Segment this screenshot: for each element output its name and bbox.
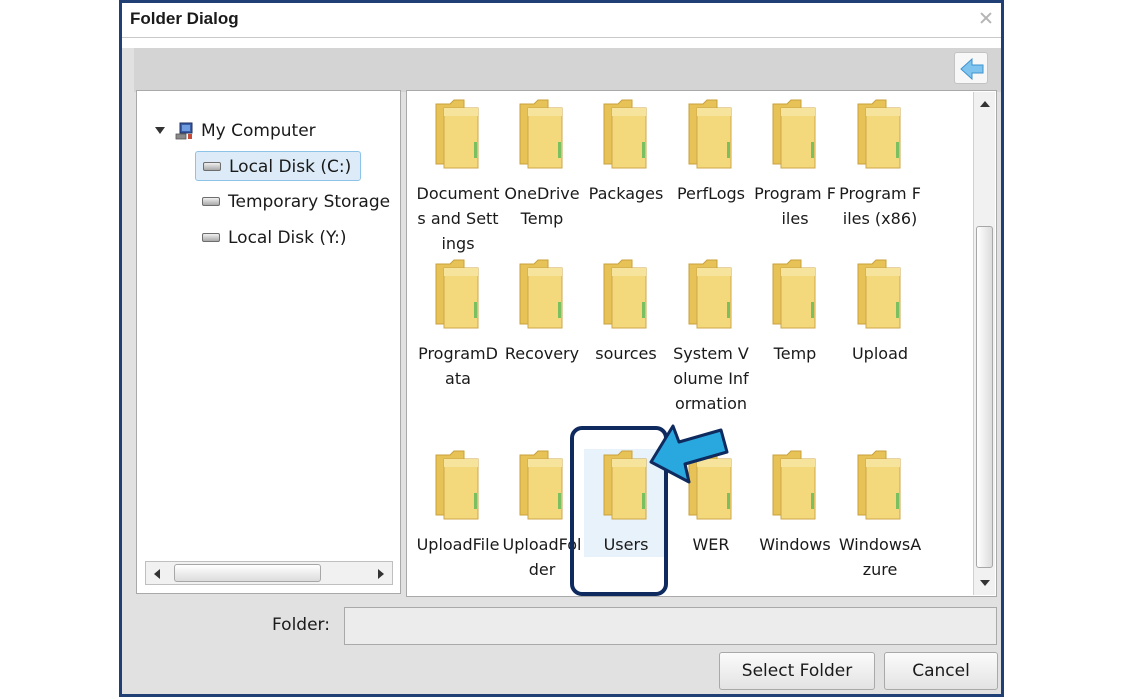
folder-dialog: Folder Dialog My Computer Local Disk (C:… (119, 0, 1004, 697)
folder-item[interactable]: Upload (838, 258, 922, 366)
folder-icon (603, 99, 647, 169)
scroll-thumb[interactable] (174, 564, 321, 582)
folder-item[interactable]: Program Files (x86) (838, 98, 922, 231)
drive-icon (202, 233, 220, 242)
folder-icon (772, 99, 816, 169)
folder-item-label: PerfLogs (676, 184, 746, 203)
folder-item-label: System Volume Information (673, 344, 749, 413)
folder-icon (435, 259, 479, 329)
tree-item-label: My Computer (201, 121, 316, 141)
dialog-title: Folder Dialog (130, 9, 239, 28)
folder-item-label: Windows (759, 535, 831, 554)
folder-item-label: WER (692, 535, 730, 554)
scroll-thumb[interactable] (976, 226, 993, 568)
folder-item-label: Program Files (754, 184, 836, 228)
folder-icon (519, 259, 563, 329)
folder-item-label: Recovery (504, 344, 580, 363)
back-button[interactable] (954, 52, 988, 84)
folder-item-label: UploadFile (416, 535, 500, 554)
tree-item-label: Local Disk (C:) (229, 157, 352, 177)
folder-field-label: Folder: (272, 615, 330, 635)
folder-item-label: Program Files (x86) (839, 184, 921, 228)
folder-icon (603, 259, 647, 329)
back-arrow-icon (960, 57, 984, 81)
computer-icon (175, 122, 193, 140)
tree-item-label: Temporary Storage (228, 192, 391, 212)
pointer-arrow (649, 424, 729, 484)
folder-item[interactable]: OneDriveTemp (500, 98, 584, 231)
folder-item[interactable]: Program Files (753, 98, 837, 231)
select-folder-button[interactable]: Select Folder (719, 652, 875, 690)
tree-item-temporary-storage[interactable]: Temporary Storage (195, 187, 395, 217)
folder-item-label: OneDriveTemp (504, 184, 580, 228)
grid-vertical-scrollbar[interactable] (973, 92, 995, 595)
folder-item[interactable]: Recovery (500, 258, 584, 366)
tree-item-label: Local Disk (Y:) (228, 228, 347, 248)
folder-item[interactable]: Temp (753, 258, 837, 366)
folder-item[interactable]: Documents and Settings (416, 98, 500, 256)
folder-icon (688, 99, 732, 169)
folder-item-label: ProgramData (418, 344, 498, 388)
expander-icon[interactable] (155, 127, 165, 134)
folder-item[interactable]: sources (584, 258, 668, 366)
title-bar: Folder Dialog (122, 3, 1001, 38)
tree-item-local-disk-c[interactable]: Local Disk (C:) (195, 151, 361, 181)
folder-item[interactable]: WindowsAzure (838, 449, 922, 582)
scroll-left-icon[interactable] (154, 569, 160, 579)
folder-item[interactable]: UploadFile (416, 449, 500, 557)
folder-item[interactable]: Windows (753, 449, 837, 557)
folder-item-label: sources (595, 344, 657, 363)
folder-icon (772, 450, 816, 520)
folder-item[interactable]: Packages (584, 98, 668, 206)
folder-icon (857, 450, 901, 520)
folder-icon (688, 259, 732, 329)
folder-icon (857, 259, 901, 329)
folder-item-label: Packages (588, 184, 664, 203)
folder-item[interactable]: ProgramData (416, 258, 500, 391)
folder-item[interactable]: PerfLogs (669, 98, 753, 206)
tree-horizontal-scrollbar[interactable] (145, 561, 393, 585)
drive-icon (203, 162, 221, 171)
folder-icon (857, 99, 901, 169)
folder-icon (519, 99, 563, 169)
toolbar (134, 48, 1001, 92)
folder-item-label: WindowsAzure (838, 535, 922, 579)
tree-item-my-computer[interactable]: My Computer (149, 116, 389, 146)
folder-item-label: Documents and Settings (416, 184, 500, 253)
folder-item-label: Temp (773, 344, 817, 363)
folder-icon (435, 99, 479, 169)
folder-item-label: Upload (851, 344, 909, 363)
folder-grid: Documents and Settings OneDriveTemp Packag… (406, 90, 997, 597)
tree-item-local-disk-y[interactable]: Local Disk (Y:) (195, 223, 395, 253)
folder-path-input[interactable] (344, 607, 997, 645)
folder-icon (519, 450, 563, 520)
title-spacer (122, 38, 1001, 48)
close-icon[interactable] (979, 11, 993, 25)
folder-tree: My Computer Local Disk (C:) Temporary St… (136, 90, 401, 594)
folder-item[interactable]: System Volume Information (669, 258, 753, 416)
folder-icon (435, 450, 479, 520)
scroll-up-icon[interactable] (980, 101, 990, 107)
cancel-button[interactable]: Cancel (884, 652, 998, 690)
scroll-down-icon[interactable] (980, 580, 990, 586)
folder-icon (772, 259, 816, 329)
scroll-right-icon[interactable] (378, 569, 384, 579)
drive-icon (202, 197, 220, 206)
